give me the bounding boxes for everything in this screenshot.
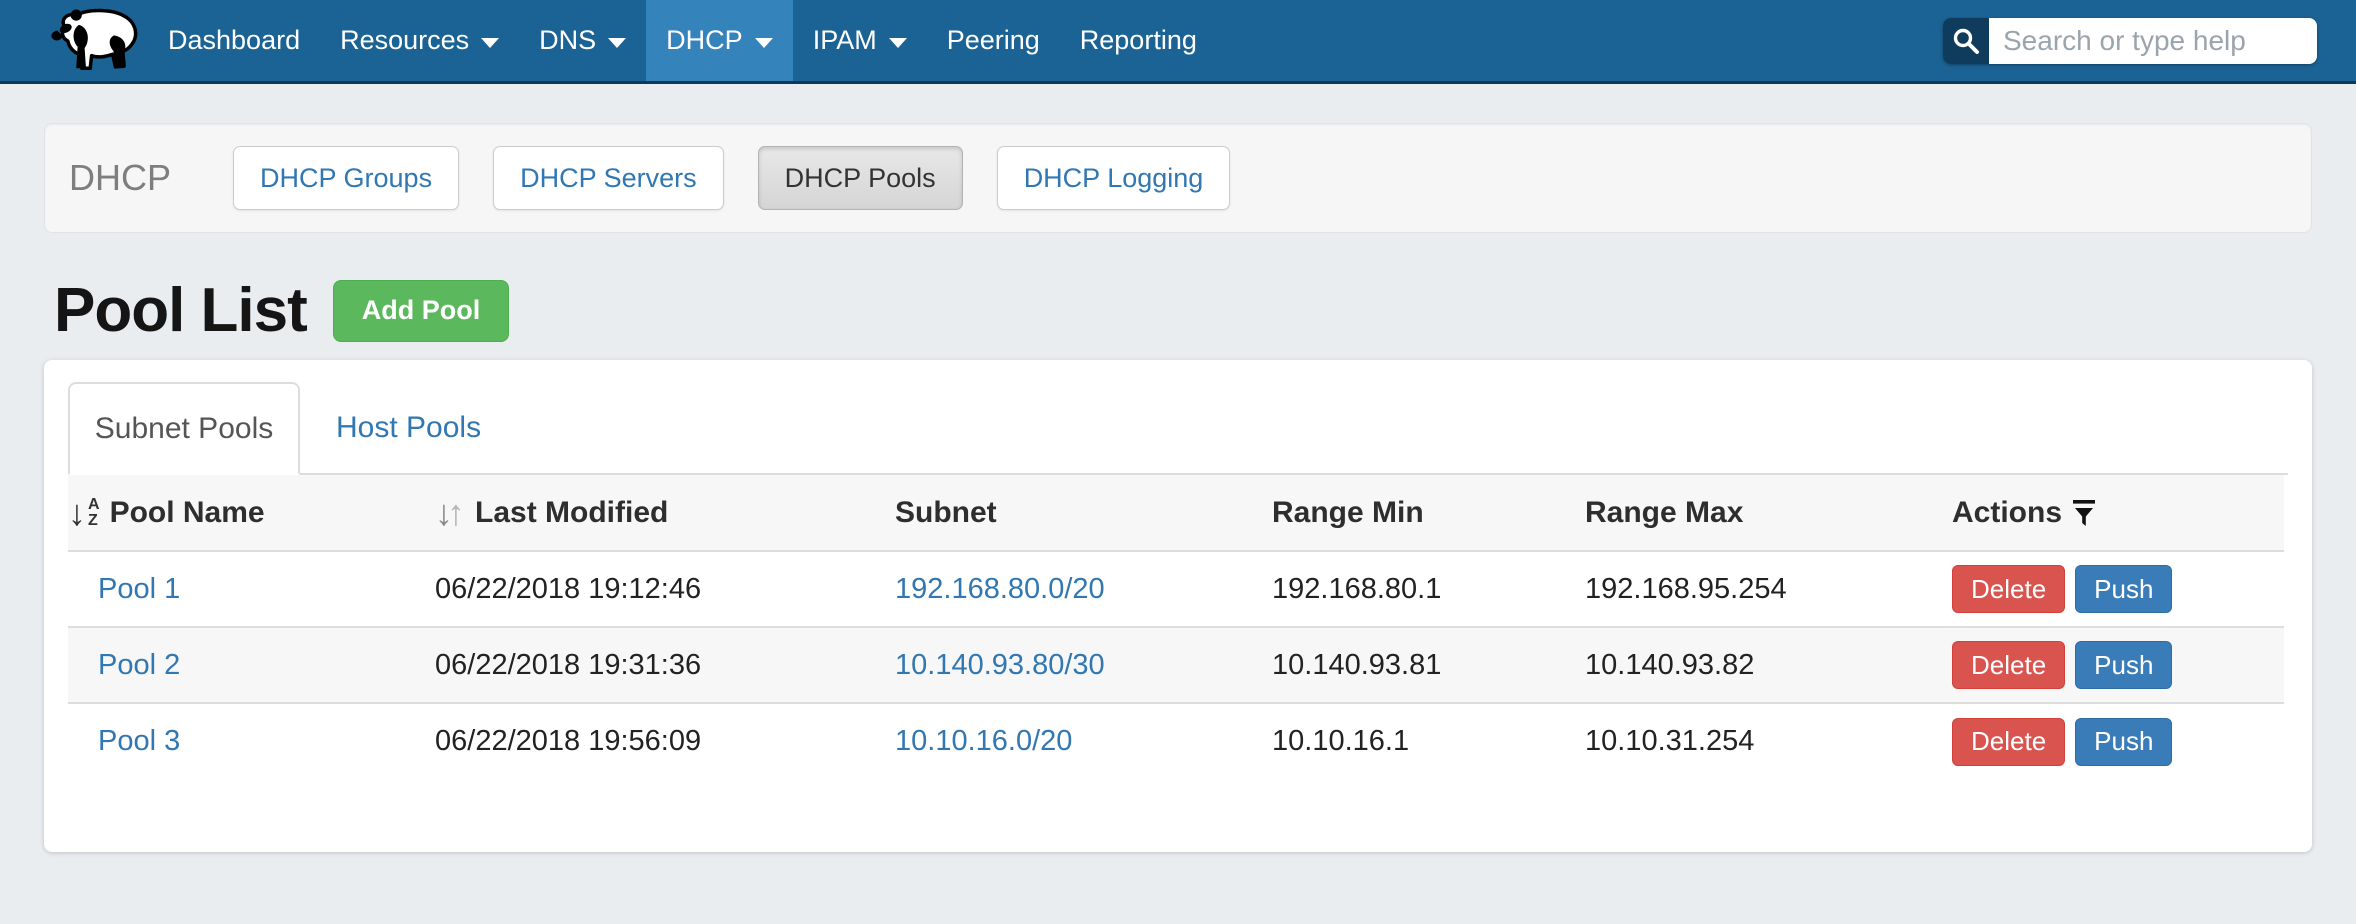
push-button[interactable]: Push xyxy=(2075,641,2172,689)
range-max-cell: 10.10.31.254 xyxy=(1585,703,1952,779)
title-row: Pool List Add Pool xyxy=(54,275,2312,346)
nav-item-label: Resources xyxy=(340,25,469,56)
section-button-dhcp-groups[interactable]: DHCP Groups xyxy=(233,146,459,210)
dhcp-section-nav: DHCP DHCP GroupsDHCP ServersDHCP PoolsDH… xyxy=(44,123,2312,233)
search-button[interactable] xyxy=(1943,18,1989,64)
tabs: Subnet PoolsHost Pools xyxy=(68,382,2288,475)
column-header-range-min[interactable]: Range Min xyxy=(1272,475,1585,551)
actions-cell: DeletePush xyxy=(1952,551,2284,627)
sort-updown-icon[interactable]: ↓↑ xyxy=(435,495,465,531)
pool-name-link[interactable]: Pool 2 xyxy=(68,649,180,682)
pool-name-link[interactable]: Pool 1 xyxy=(68,573,180,606)
navbar: Dashboard Resources DNS DHCP IPAM Peering Repo… xyxy=(0,0,2356,84)
search-icon xyxy=(1952,27,1980,55)
pool-table-body: Pool 1 06/22/2018 19:12:46192.168.80.0/20… xyxy=(68,551,2284,779)
range-min-cell: 10.10.16.1 xyxy=(1272,703,1585,779)
last-modified-cell: 06/22/2018 19:31:36 xyxy=(435,627,895,703)
caret-down-icon xyxy=(481,38,499,48)
filter-icon[interactable] xyxy=(2072,498,2096,528)
main-content: DHCP DHCP GroupsDHCP ServersDHCP PoolsDH… xyxy=(0,123,2356,852)
panda-logo[interactable] xyxy=(44,7,142,75)
nav-menu: Dashboard Resources DNS DHCP IPAM Peering Repo… xyxy=(148,0,1217,81)
nav-item-label: DNS xyxy=(539,25,596,56)
delete-button[interactable]: Delete xyxy=(1952,641,2065,689)
actions-cell: DeletePush xyxy=(1952,627,2284,703)
nav-item-ipam[interactable]: IPAM xyxy=(793,0,927,81)
nav-item-label: Reporting xyxy=(1080,25,1197,56)
nav-item-label: DHCP xyxy=(666,25,743,56)
section-button-dhcp-logging[interactable]: DHCP Logging xyxy=(997,146,1231,210)
nav-item-label: IPAM xyxy=(813,25,877,56)
subnet-link[interactable]: 10.10.16.0/20 xyxy=(895,725,1072,757)
actions-cell: DeletePush xyxy=(1952,703,2284,779)
sort-alpha-asc-icon[interactable]: ↓ AZ xyxy=(68,495,100,531)
column-header-pool-name[interactable]: ↓ AZ Pool Name xyxy=(68,475,435,551)
column-label: Last Modified xyxy=(475,496,668,530)
delete-button[interactable]: Delete xyxy=(1952,565,2065,613)
nav-item-reporting[interactable]: Reporting xyxy=(1060,0,1217,81)
caret-down-icon xyxy=(889,38,907,48)
column-label: Range Max xyxy=(1585,496,1743,529)
last-modified-cell: 06/22/2018 19:56:09 xyxy=(435,703,895,779)
searchbar xyxy=(1943,18,2317,64)
subnet-link[interactable]: 10.140.93.80/30 xyxy=(895,649,1105,681)
push-button[interactable]: Push xyxy=(2075,718,2172,766)
section-button-dhcp-servers[interactable]: DHCP Servers xyxy=(493,146,724,210)
range-max-cell: 192.168.95.254 xyxy=(1585,551,1952,627)
range-max-cell: 10.140.93.82 xyxy=(1585,627,1952,703)
section-button-dhcp-pools[interactable]: DHCP Pools xyxy=(758,146,963,210)
pool-table: ↓ AZ Pool Name ↓↑ Last Mo xyxy=(68,475,2284,779)
caret-down-icon xyxy=(755,38,773,48)
last-modified-cell: 06/22/2018 19:12:46 xyxy=(435,551,895,627)
push-button[interactable]: Push xyxy=(2075,565,2172,613)
nav-item-dashboard[interactable]: Dashboard xyxy=(148,0,320,81)
tab-subnet-pools[interactable]: Subnet Pools xyxy=(68,382,300,475)
pool-list-card: Subnet PoolsHost Pools ↓ AZ xyxy=(44,360,2312,852)
page: Dashboard Resources DNS DHCP IPAM Peering Repo… xyxy=(0,0,2356,924)
column-header-last-modified[interactable]: ↓↑ Last Modified xyxy=(435,475,895,551)
column-header-subnet[interactable]: Subnet xyxy=(895,475,1272,551)
column-header-range-max[interactable]: Range Max xyxy=(1585,475,1952,551)
nav-item-resources[interactable]: Resources xyxy=(320,0,519,81)
table-row: Pool 1 06/22/2018 19:12:46192.168.80.0/20… xyxy=(68,551,2284,627)
caret-down-icon xyxy=(608,38,626,48)
nav-item-dns[interactable]: DNS xyxy=(519,0,646,81)
nav-item-dhcp[interactable]: DHCP xyxy=(646,0,793,81)
range-min-cell: 10.140.93.81 xyxy=(1272,627,1585,703)
table-header-row: ↓ AZ Pool Name ↓↑ Last Mo xyxy=(68,475,2284,551)
pool-name-link[interactable]: Pool 3 xyxy=(68,725,180,758)
add-pool-button[interactable]: Add Pool xyxy=(333,280,509,342)
nav-item-peering[interactable]: Peering xyxy=(927,0,1060,81)
range-min-cell: 192.168.80.1 xyxy=(1272,551,1585,627)
nav-item-label: Dashboard xyxy=(168,25,300,56)
page-title: Pool List xyxy=(54,275,307,346)
subnet-link[interactable]: 192.168.80.0/20 xyxy=(895,573,1105,605)
delete-button[interactable]: Delete xyxy=(1952,718,2065,766)
table-row: Pool 3 06/22/2018 19:56:0910.10.16.0/20 10… xyxy=(68,703,2284,779)
section-buttons: DHCP Groups DHCP Servers DHCP Pools DHCP Lo… xyxy=(233,146,1264,210)
nav-item-label: Peering xyxy=(947,25,1040,56)
search-input[interactable] xyxy=(1989,18,2317,64)
section-title: DHCP xyxy=(69,157,171,199)
table-row: Pool 2 06/22/2018 19:31:3610.140.93.80/30… xyxy=(68,627,2284,703)
column-header-actions: Actions xyxy=(1952,475,2284,551)
column-label: Pool Name xyxy=(110,496,265,530)
column-label: Subnet xyxy=(895,496,997,529)
column-label: Range Min xyxy=(1272,496,1424,529)
tab-host-pools[interactable]: Host Pools xyxy=(300,382,517,473)
column-label: Actions xyxy=(1952,496,2062,530)
